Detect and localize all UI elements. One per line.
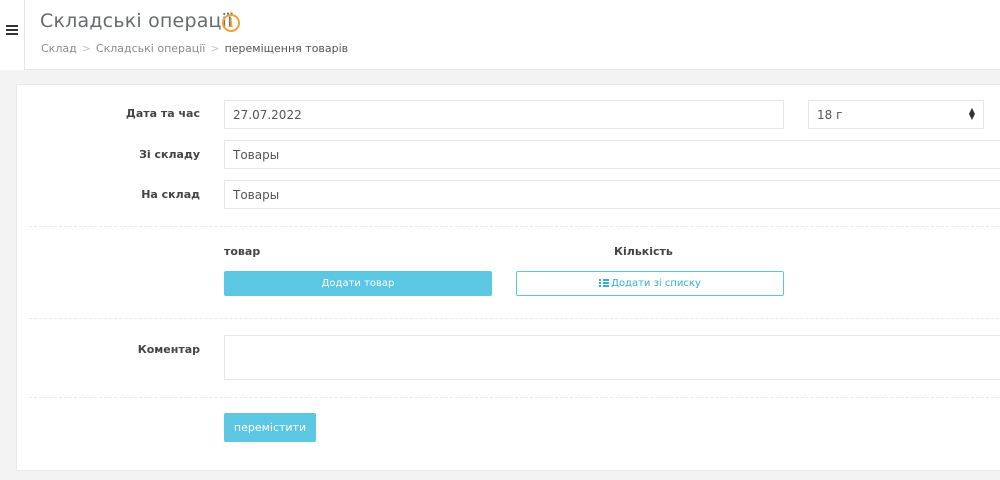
page-title: Складські операції	[40, 10, 233, 32]
datetime-label: Дата та час	[126, 107, 200, 120]
quantity-column-header: Кількість	[614, 245, 673, 258]
add-from-list-button[interactable]: Додати зі списку	[516, 271, 784, 296]
hour-select[interactable]: 18 г ▲ ▼	[808, 100, 984, 129]
breadcrumb-item-current: переміщення товарів	[224, 42, 349, 55]
breadcrumb-item-warehouse[interactable]: Склад	[41, 42, 77, 55]
to-warehouse-field[interactable]: Товары	[224, 180, 1000, 209]
info-icon[interactable]: i	[222, 14, 240, 32]
comment-textarea[interactable]	[224, 335, 1000, 380]
from-warehouse-label: Зі складу	[139, 148, 200, 161]
hamburger-menu-icon[interactable]	[6, 25, 18, 36]
sidebar-strip	[0, 0, 25, 70]
breadcrumb-item-operations[interactable]: Складські операції	[96, 42, 205, 55]
list-icon	[599, 279, 610, 287]
transfer-submit-button[interactable]: перемістити	[224, 413, 316, 442]
hour-select-value: 18 г	[817, 108, 843, 122]
product-column-header: товар	[224, 245, 261, 258]
page-header: Складські операції i Склад > Складські опе…	[25, 0, 1000, 70]
breadcrumb-separator: >	[81, 42, 91, 55]
breadcrumb: Склад > Складські операції > переміщення тов…	[41, 42, 348, 55]
to-warehouse-label: На склад	[141, 188, 200, 201]
comment-label: Коментар	[137, 343, 200, 356]
section-divider	[29, 226, 1000, 227]
transfer-form-card: Дата та час 27.07.2022 18 г ▲ ▼ Зі складу…	[16, 84, 1000, 471]
breadcrumb-separator: >	[210, 42, 220, 55]
add-from-list-label: Додати зі списку	[611, 278, 701, 289]
section-divider	[29, 318, 1000, 319]
add-product-button[interactable]: Додати товар	[224, 271, 492, 296]
section-divider	[29, 397, 1000, 398]
from-warehouse-field[interactable]: Товары	[224, 140, 1000, 169]
date-input[interactable]: 27.07.2022	[224, 100, 784, 129]
select-arrows-icon: ▲ ▼	[968, 106, 975, 121]
